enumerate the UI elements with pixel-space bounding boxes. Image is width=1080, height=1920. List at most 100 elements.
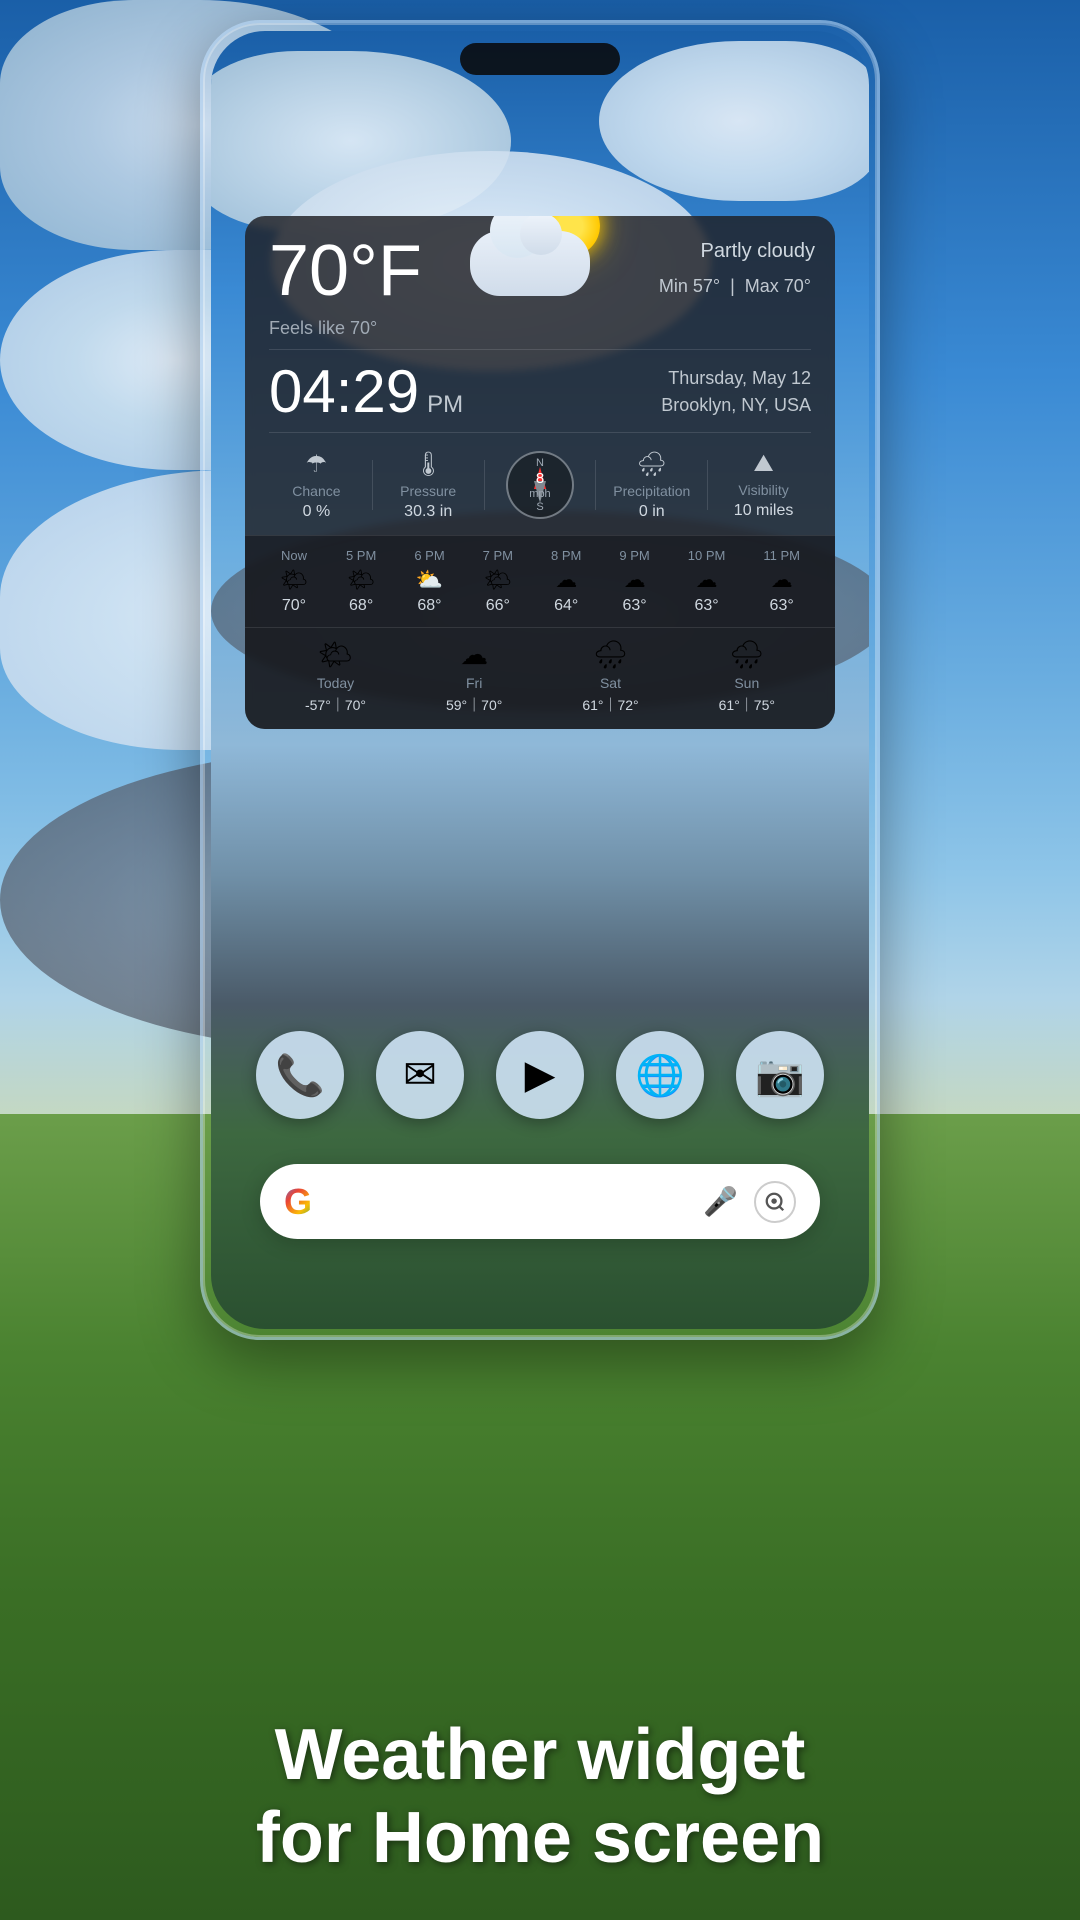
chance-label: Chance — [292, 483, 340, 499]
min-max-row: Min 57° | Max 70° — [659, 276, 811, 297]
stat-chance: ☂ Chance 0 % — [261, 450, 372, 521]
hour-temp: 68° — [417, 597, 441, 615]
time-date-row: 04:29 PM Thursday, May 12 Brooklyn, NY, … — [245, 354, 835, 432]
hour-temp: 63° — [770, 597, 794, 615]
hourly-section: Now 🌤 70° 5 PM 🌤 68° 6 PM ⛅ 68° 7 PM 🌤 6… — [245, 535, 835, 627]
caption-line1: Weather widget — [60, 1714, 1020, 1797]
day-temps: 61°｜72° — [582, 695, 638, 715]
pressure-icon: 🌡 — [413, 450, 443, 479]
stat-precipitation: 🌧 Precipitation 0 in — [596, 450, 707, 521]
app-dock: 📞 ✉ ▶ 🌐 📷 — [256, 1031, 824, 1119]
hour-icon: 🌤 — [347, 567, 375, 593]
divider-2 — [269, 432, 811, 433]
camera-icon[interactable]: 📷 — [736, 1031, 824, 1119]
hourly-item-5: 9 PM ☁ 63° — [619, 548, 649, 615]
visibility-value: 10 miles — [734, 502, 794, 520]
hour-icon: ☁ — [771, 567, 793, 593]
partly-cloudy-icon — [470, 216, 610, 296]
weather-widget[interactable]: 70°F Partly cloudy Min 57° | Max 70° Fee… — [245, 216, 835, 729]
hour-label: 7 PM — [483, 548, 513, 563]
temperature-display: 70°F — [269, 235, 422, 307]
widget-top-row: 70°F Partly cloudy Min 57° | Max 70° — [245, 216, 835, 316]
hour-icon: ☁ — [624, 567, 646, 593]
max-temp: Max 70° — [745, 276, 811, 296]
daily-item-1: ☁ Fri 59°｜70° — [446, 638, 502, 715]
messages-icon[interactable]: ✉ — [376, 1031, 464, 1119]
hourly-item-7: 11 PM ☁ 63° — [763, 548, 800, 615]
chance-icon: ☂ — [306, 450, 328, 479]
hour-temp: 70° — [282, 597, 306, 615]
precip-icon: 🌧 — [637, 450, 667, 479]
wind-unit: mph — [529, 488, 550, 500]
phone-cloud-right — [599, 41, 869, 201]
hourly-item-2: 6 PM ⛅ 68° — [414, 548, 444, 615]
daily-section: 🌤 Today -57°｜70° ☁ Fri 59°｜70° 🌧 Sat 61°… — [245, 627, 835, 729]
hourly-item-0: Now 🌤 70° — [280, 548, 308, 615]
play-store-icon[interactable]: ▶ — [496, 1031, 584, 1119]
day-temps: -57°｜70° — [305, 695, 366, 715]
hour-temp: 63° — [622, 597, 646, 615]
lens-icon[interactable] — [754, 1181, 796, 1223]
pressure-value: 30.3 in — [404, 503, 452, 521]
cloud-icon — [470, 231, 590, 296]
bottom-caption: Weather widget for Home screen — [0, 1714, 1080, 1880]
min-temp: Min 57° — [659, 276, 720, 296]
stat-pressure: 🌡 Pressure 30.3 in — [373, 450, 484, 521]
precip-value: 0 in — [639, 503, 665, 521]
compass-ring: N S 8 mph — [506, 451, 574, 519]
hour-temp: 64° — [554, 597, 578, 615]
hour-icon: ⛅ — [416, 567, 443, 593]
phone-icon[interactable]: 📞 — [256, 1031, 344, 1119]
chrome-icon[interactable]: 🌐 — [616, 1031, 704, 1119]
compass: N S 8 mph — [504, 449, 576, 521]
hour-icon: ☁ — [555, 567, 577, 593]
divider-1 — [269, 349, 811, 350]
weather-icon-area — [470, 216, 610, 296]
weather-condition: Partly cloudy — [701, 240, 816, 263]
day-icon: 🌧 — [729, 638, 765, 671]
hour-label: 5 PM — [346, 548, 376, 563]
time-ampm: PM — [427, 391, 463, 419]
day-temps: 61°｜75° — [719, 695, 775, 715]
phone-notch — [460, 43, 620, 75]
microphone-icon[interactable]: 🎤 — [703, 1185, 738, 1218]
hour-label: 9 PM — [619, 548, 649, 563]
day-icon: ☁ — [460, 638, 488, 671]
wind-speed: 8 — [529, 470, 550, 488]
daily-item-2: 🌧 Sat 61°｜72° — [582, 638, 638, 715]
stat-visibility: ⛰ Visibility 10 miles — [708, 450, 819, 520]
hour-icon: 🌤 — [280, 567, 308, 593]
chance-value: 0 % — [303, 503, 331, 521]
hour-label: 6 PM — [414, 548, 444, 563]
google-logo: G — [284, 1181, 312, 1223]
visibility-label: Visibility — [738, 482, 788, 498]
date-text: Thursday, May 12 — [661, 365, 811, 392]
precip-label: Precipitation — [613, 483, 690, 499]
day-label: Fri — [466, 675, 482, 691]
hourly-item-1: 5 PM 🌤 68° — [346, 548, 376, 615]
hour-icon: ☁ — [696, 567, 718, 593]
hour-label: 11 PM — [763, 548, 800, 563]
day-temps: 59°｜70° — [446, 695, 502, 715]
hour-temp: 63° — [694, 597, 718, 615]
search-bar[interactable]: G 🎤 — [260, 1164, 820, 1239]
day-label: Today — [317, 675, 354, 691]
hour-label: 8 PM — [551, 548, 581, 563]
pressure-label: Pressure — [400, 483, 456, 499]
hourly-item-3: 7 PM 🌤 66° — [483, 548, 513, 615]
hour-label: 10 PM — [688, 548, 726, 563]
day-icon: 🌧 — [593, 638, 629, 671]
stats-row: ☂ Chance 0 % 🌡 Pressure 30.3 in N — [245, 441, 835, 535]
hourly-row: Now 🌤 70° 5 PM 🌤 68° 6 PM ⛅ 68° 7 PM 🌤 6… — [261, 548, 819, 615]
day-label: Sun — [734, 675, 759, 691]
time-display: 04:29 PM — [269, 362, 463, 422]
caption-line2: for Home screen — [60, 1797, 1020, 1880]
daily-row: 🌤 Today -57°｜70° ☁ Fri 59°｜70° 🌧 Sat 61°… — [265, 638, 815, 715]
hour-temp: 66° — [486, 597, 510, 615]
day-label: Sat — [600, 675, 621, 691]
hour-temp: 68° — [349, 597, 373, 615]
daily-item-3: 🌧 Sun 61°｜75° — [719, 638, 775, 715]
stat-wind: N S 8 mph — [485, 449, 596, 521]
location-text: Brooklyn, NY, USA — [661, 392, 811, 419]
day-icon: 🌤 — [318, 638, 354, 671]
